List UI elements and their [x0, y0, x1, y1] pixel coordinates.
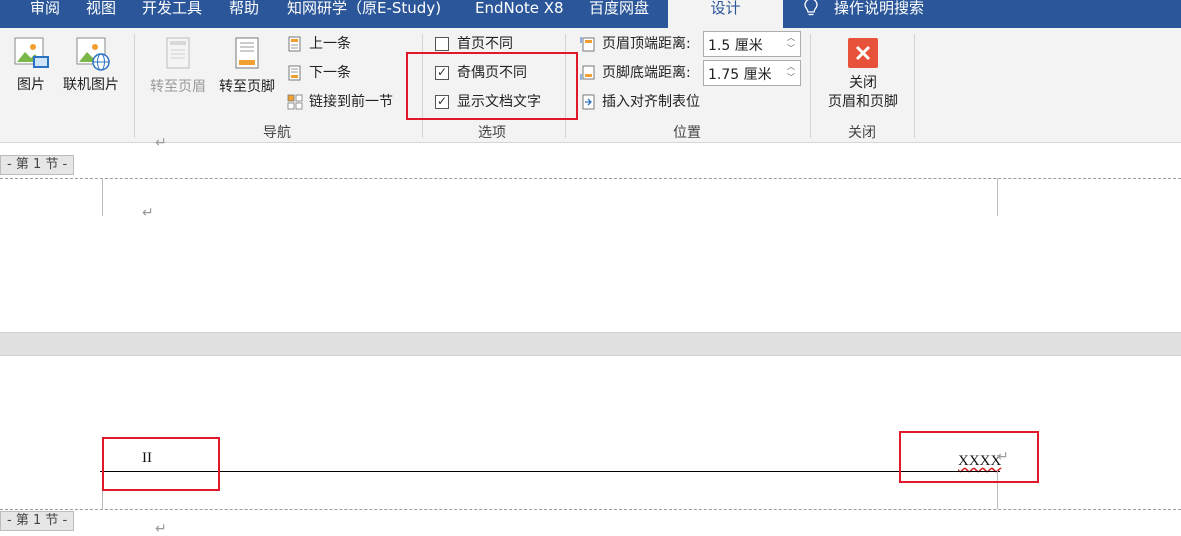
footer-position-icon [580, 65, 595, 80]
highlight-box-options [406, 52, 578, 120]
page-gap [0, 332, 1181, 356]
goto-footer-label: 转至页脚 [219, 79, 275, 95]
spinner-arrows[interactable]: ︿ ﹀ [782, 61, 800, 85]
header-from-top-value: 1.5 厘米 [708, 38, 763, 54]
previous-label: 上一条 [309, 36, 351, 52]
footer-boundary [0, 178, 1181, 179]
body-paragraph-mark: ↵ [155, 521, 167, 536]
section-tag-bottom: - 第 1 节 - [0, 511, 75, 531]
close-icon [848, 38, 878, 68]
footer-from-bottom-text: 页脚底端距离: [602, 65, 691, 81]
options-group-label: 选项 [478, 125, 506, 141]
margin-mark [997, 178, 998, 216]
spin-up-icon[interactable]: ︿ [782, 32, 800, 43]
group-divider [810, 34, 811, 138]
goto-footer-icon [235, 37, 259, 69]
link-to-previous-icon [287, 94, 303, 110]
online-picture-label: 联机图片 [63, 77, 119, 93]
header-from-top-spinner[interactable]: 1.5 厘米 ︿ ﹀ [703, 31, 801, 57]
footer-paragraph-mark: ↵ [142, 205, 154, 221]
margin-mark [102, 178, 103, 216]
alignment-tab-icon [582, 94, 595, 110]
header-position-icon [580, 37, 595, 52]
tab-endnote[interactable]: EndNote X8 [475, 0, 564, 24]
group-divider [914, 34, 915, 138]
ribbon: 图片 联机图片 转至页眉 转至页脚 上一条 下一条 链接到前一节 导航 首页不同… [0, 28, 1181, 143]
checkbox-box [435, 37, 449, 51]
highlight-box-right-header [899, 431, 1039, 483]
spinner-arrows[interactable]: ︿ ﹀ [782, 32, 800, 56]
next-section-icon [288, 65, 301, 81]
footer-from-bottom-spinner[interactable]: 1.75 厘米 ︿ ﹀ [703, 60, 801, 86]
tab-estudy[interactable]: 知网研学（原E-Study) [287, 0, 441, 24]
spin-up-icon[interactable]: ︿ [782, 61, 800, 72]
picture-label: 图片 [17, 77, 45, 93]
section-tag-top: - 第 1 节 - [0, 155, 75, 175]
picture-button[interactable]: 图片 [10, 34, 52, 94]
spin-down-icon[interactable]: ﹀ [782, 72, 800, 83]
goto-header-label: 转至页眉 [150, 79, 206, 95]
tab-design[interactable]: 设计 [668, 0, 783, 28]
tell-me-label: 操作说明搜索 [834, 0, 925, 17]
next-label: 下一条 [309, 65, 351, 81]
document-area: ↵ - 第 1 节 - ↵ II XXXX ↵ - 第 1 节 - ↵ [0, 135, 1181, 536]
goto-header-icon [166, 37, 190, 69]
tab-view[interactable]: 视图 [86, 0, 116, 24]
close-label-line2: 页眉和页脚 [828, 94, 898, 110]
header-boundary [0, 509, 1181, 510]
link-to-previous-label: 链接到前一节 [309, 94, 393, 110]
online-picture-icon [76, 37, 110, 71]
paragraph-mark: ↵ [155, 135, 167, 151]
close-group-label: 关闭 [848, 125, 876, 141]
lightbulb-icon [804, 0, 818, 16]
footer-from-bottom-value: 1.75 厘米 [708, 67, 772, 83]
header-underline [100, 471, 1000, 472]
close-label-line1: 关闭 [849, 75, 877, 91]
tab-baidu-netdisk[interactable]: 百度网盘 [589, 0, 649, 24]
online-picture-button[interactable]: 联机图片 [60, 34, 122, 94]
ribbon-tab-bar: 审阅 视图 开发工具 帮助 知网研学（原E-Study) EndNote X8 … [0, 0, 1181, 28]
tab-review[interactable]: 审阅 [30, 0, 60, 24]
navigation-group-label: 导航 [263, 125, 291, 141]
group-divider [134, 34, 135, 138]
highlight-box-left-header [102, 437, 220, 491]
spin-down-icon[interactable]: ﹀ [782, 43, 800, 54]
goto-footer-button[interactable]: 转至页脚 [215, 34, 279, 96]
previous-section-icon [288, 36, 301, 52]
header-from-top-text: 页眉顶端距离: [602, 36, 691, 52]
goto-header-button[interactable]: 转至页眉 [146, 34, 210, 96]
tab-help[interactable]: 帮助 [229, 0, 259, 24]
picture-icon [14, 37, 49, 68]
insert-alignment-tab-label: 插入对齐制表位 [602, 94, 700, 110]
tab-developer[interactable]: 开发工具 [142, 0, 202, 24]
close-header-footer-button[interactable]: 关闭 页眉和页脚 [820, 38, 906, 112]
position-group-label: 位置 [673, 125, 701, 141]
